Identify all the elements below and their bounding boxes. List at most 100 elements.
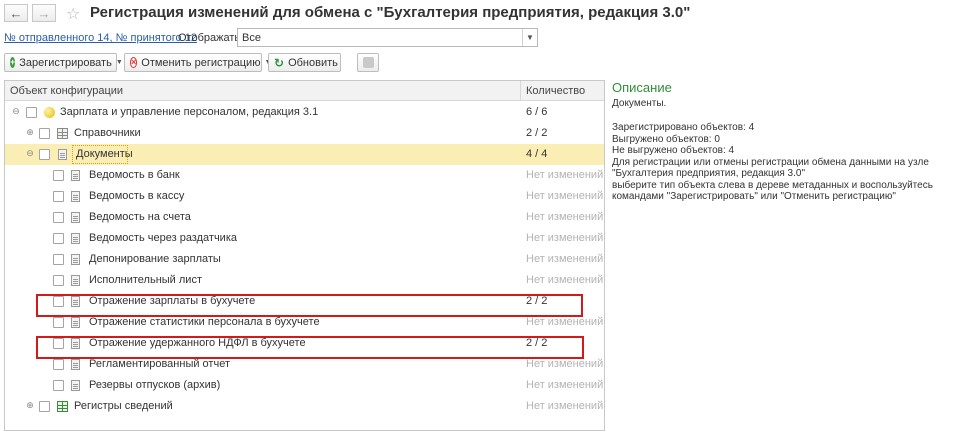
document-icon bbox=[71, 380, 80, 391]
document-icon bbox=[71, 275, 80, 286]
row-checkbox[interactable] bbox=[53, 275, 64, 286]
show-filter-select[interactable]: Все ▼ bbox=[237, 28, 538, 47]
message-numbers-link[interactable]: № отправленного 14, № принятого 12 bbox=[4, 32, 197, 44]
collapse-icon[interactable]: ⊖ bbox=[11, 106, 21, 117]
document-icon bbox=[71, 233, 80, 244]
row-checkbox[interactable] bbox=[39, 128, 50, 139]
row-name: Ведомость в банк bbox=[89, 169, 180, 181]
tree-row-document[interactable]: Депонирование зарплаты Нет изменений bbox=[5, 249, 604, 270]
arrow-right-icon: → bbox=[37, 5, 51, 21]
row-checkbox[interactable] bbox=[53, 170, 64, 181]
tree-header: Объект конфигурации Количество bbox=[5, 81, 604, 101]
description-line: Выгружено объектов: 0 bbox=[612, 133, 720, 145]
chevron-down-icon[interactable]: ▼ bbox=[522, 29, 537, 46]
row-name: Ведомость через раздатчика bbox=[89, 232, 237, 244]
tree-row-catalogs[interactable]: ⊕ Справочники 2 / 2 bbox=[5, 123, 604, 144]
arrow-left-icon: ← bbox=[9, 5, 23, 21]
description-line: Для регистрации или отмены регистрации о… bbox=[612, 156, 929, 168]
description-line: Зарегистрировано объектов: 4 bbox=[612, 122, 755, 133]
show-filter-value: Все bbox=[242, 31, 261, 44]
row-quantity: Нет изменений bbox=[526, 211, 604, 223]
row-quantity: 2 / 2 bbox=[526, 127, 548, 139]
row-name: Депонирование зарплаты bbox=[89, 253, 221, 265]
cancel-icon: × bbox=[130, 57, 138, 68]
row-name: Регламентированный отчет bbox=[89, 358, 230, 370]
metadata-tree[interactable]: Объект конфигурации Количество ⊖ Зарплат… bbox=[4, 80, 605, 431]
row-quantity: Нет изменений bbox=[526, 190, 604, 202]
register-label: Зарегистрировать bbox=[19, 56, 112, 69]
description-title: Описание bbox=[612, 80, 672, 95]
forward-button[interactable]: → bbox=[32, 4, 56, 22]
window-title: Регистрация изменений для обмена с "Бухг… bbox=[90, 4, 691, 21]
row-checkbox[interactable] bbox=[53, 254, 64, 265]
tree-row-document[interactable]: Ведомость через раздатчика Нет изменений bbox=[5, 228, 604, 249]
row-checkbox[interactable] bbox=[53, 191, 64, 202]
description-line: "Бухгалтерия предприятия, редакция 3.0" bbox=[612, 168, 805, 179]
column-header-object[interactable]: Объект конфигурации bbox=[10, 85, 123, 97]
description-text: Зарегистрировано объектов: 4 Выгружено о… bbox=[612, 122, 933, 203]
row-checkbox[interactable] bbox=[39, 401, 50, 412]
show-label: Отображать: bbox=[178, 32, 244, 44]
row-quantity: 4 / 4 bbox=[526, 148, 548, 160]
refresh-icon: ↻ bbox=[274, 55, 285, 70]
document-icon bbox=[71, 359, 80, 370]
row-quantity: Нет изменений bbox=[526, 253, 604, 265]
exchange-settings-button[interactable] bbox=[357, 53, 379, 72]
description-line: командами "Зарегистрировать" или "Отмени… bbox=[612, 191, 896, 202]
collapse-icon[interactable]: ⊖ bbox=[25, 148, 35, 159]
add-icon: + bbox=[10, 57, 16, 68]
expand-icon[interactable]: ⊕ bbox=[25, 400, 35, 411]
row-name: Документы bbox=[76, 148, 133, 160]
database-icon bbox=[362, 57, 374, 68]
row-checkbox[interactable] bbox=[53, 359, 64, 370]
tree-row-document[interactable]: Ведомость в банк Нет изменений bbox=[5, 165, 604, 186]
document-icon bbox=[71, 191, 80, 202]
register-icon bbox=[57, 401, 68, 412]
row-quantity: Нет изменений bbox=[526, 169, 604, 181]
tree-row-document[interactable]: Ведомость на счета Нет изменений bbox=[5, 207, 604, 228]
row-checkbox[interactable] bbox=[53, 380, 64, 391]
highlight-box bbox=[36, 294, 583, 317]
catalog-icon bbox=[57, 128, 68, 139]
register-button[interactable]: + Зарегистрировать ▼ bbox=[4, 53, 123, 72]
configuration-icon bbox=[44, 107, 55, 118]
row-name: Зарплата и управление персоналом, редакц… bbox=[60, 106, 319, 118]
document-icon bbox=[58, 149, 67, 160]
cancel-registration-label: Отменить регистрацию bbox=[141, 56, 261, 69]
document-icon bbox=[71, 317, 80, 328]
highlight-box bbox=[36, 336, 584, 359]
back-button[interactable]: ← bbox=[4, 4, 28, 22]
row-name: Ведомость на счета bbox=[89, 211, 191, 223]
row-quantity: Нет изменений bbox=[526, 232, 604, 244]
tree-row-documents[interactable]: ⊖ Документы 4 / 4 bbox=[5, 144, 604, 165]
row-quantity: 6 / 6 bbox=[526, 106, 548, 118]
column-divider bbox=[520, 81, 521, 101]
tree-row-root[interactable]: ⊖ Зарплата и управление персоналом, реда… bbox=[5, 102, 604, 123]
row-checkbox[interactable] bbox=[53, 212, 64, 223]
favorite-star-icon[interactable]: ☆ bbox=[66, 4, 80, 24]
row-checkbox[interactable] bbox=[26, 107, 37, 118]
row-checkbox[interactable] bbox=[53, 233, 64, 244]
column-header-quantity[interactable]: Количество bbox=[526, 85, 585, 97]
tree-row-document[interactable]: Резервы отпусков (архив) Нет изменений bbox=[5, 375, 604, 396]
description-subtitle: Документы. bbox=[612, 98, 667, 109]
row-checkbox[interactable] bbox=[39, 149, 50, 160]
tree-row-document[interactable]: Ведомость в кассу Нет изменений bbox=[5, 186, 604, 207]
row-name: Исполнительный лист bbox=[89, 274, 202, 286]
refresh-button[interactable]: ↻ Обновить bbox=[268, 53, 341, 72]
description-line: Не выгружено объектов: 4 bbox=[612, 145, 735, 156]
row-name: Резервы отпусков (архив) bbox=[89, 379, 221, 391]
tree-row-document[interactable]: Исполнительный лист Нет изменений bbox=[5, 270, 604, 291]
row-quantity: Нет изменений bbox=[526, 274, 604, 286]
row-checkbox[interactable] bbox=[53, 317, 64, 328]
description-line: выберите тип объекта слева в дереве мета… bbox=[612, 179, 933, 191]
row-quantity: Нет изменений bbox=[526, 358, 604, 370]
row-name: Отражение статистики персонала в бухучет… bbox=[89, 316, 320, 328]
caret-down-icon: ▼ bbox=[115, 59, 123, 66]
row-name: Справочники bbox=[74, 127, 141, 139]
row-name: Ведомость в кассу bbox=[89, 190, 185, 202]
expand-icon[interactable]: ⊕ bbox=[25, 127, 35, 138]
tree-row-info-registers[interactable]: ⊕ Регистры сведений Нет изменений bbox=[5, 396, 604, 417]
document-icon bbox=[71, 212, 80, 223]
cancel-registration-button[interactable]: × Отменить регистрацию ▼ bbox=[124, 53, 271, 72]
